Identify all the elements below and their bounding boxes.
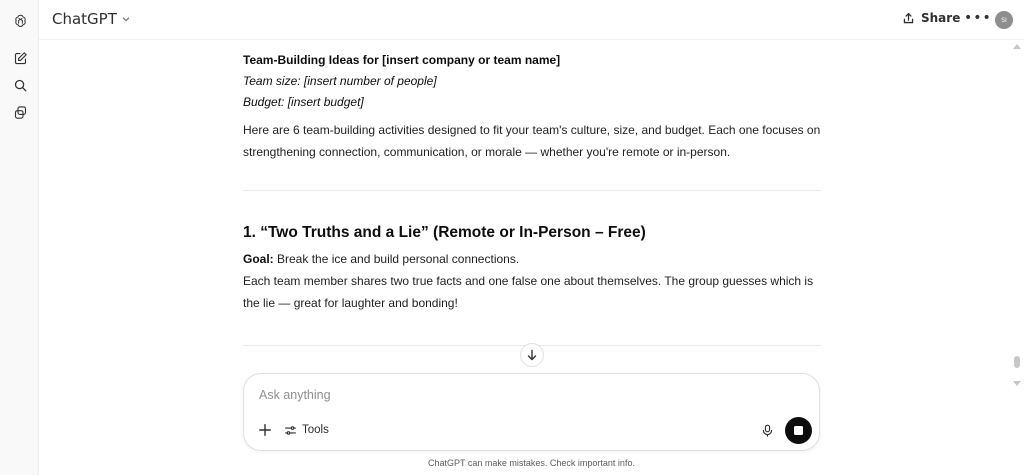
openai-logo-icon[interactable]: [10, 10, 30, 30]
microphone-icon: [762, 424, 772, 437]
intro-line-2: strengthening connection, communication,…: [243, 145, 731, 159]
plus-icon: [259, 424, 271, 436]
tools-icon: [285, 425, 296, 435]
intro-paragraph: Here are 6 team-building activities desi…: [243, 119, 821, 163]
new-chat-icon[interactable]: [10, 48, 30, 68]
scrollbar-thumb[interactable]: [1014, 356, 1020, 368]
more-options-button[interactable]: •••: [964, 11, 992, 25]
stop-icon: [794, 426, 803, 435]
search-icon[interactable]: [10, 75, 30, 95]
assistant-message: Team-Building Ideas for [insert company …: [243, 50, 821, 314]
team-size-line: Team size: [insert number of people]: [243, 74, 437, 88]
goal-label: Goal:: [243, 252, 274, 266]
share-icon: [903, 12, 914, 23]
section-body: Each team member shares two true facts a…: [243, 270, 821, 314]
section-title: 1. “Two Truths and a Lie” (Remote or In-…: [243, 224, 646, 241]
scrollbar-up-arrow[interactable]: [1013, 44, 1021, 49]
library-icon[interactable]: [10, 102, 30, 122]
share-label: Share: [921, 11, 961, 25]
composer: Tools: [243, 373, 820, 451]
stop-generating-button[interactable]: [785, 417, 812, 444]
tools-button[interactable]: Tools: [284, 421, 329, 439]
chevron-down-icon: [122, 17, 130, 22]
top-bar: ChatGPT Share ••• SI: [39, 0, 1024, 40]
message-heading: Team-Building Ideas for [insert company …: [243, 53, 561, 67]
goal-text: Break the ice and build personal connect…: [273, 252, 520, 266]
share-button[interactable]: Share: [902, 11, 960, 25]
sidebar-rail: [0, 0, 39, 475]
section-body-line-2: the lie — great for laughter and bonding…: [243, 296, 458, 310]
voice-input-button[interactable]: [758, 421, 776, 439]
scroll-to-bottom-button[interactable]: [520, 343, 544, 367]
avatar[interactable]: SI: [995, 11, 1013, 29]
tools-label: Tools: [302, 424, 329, 436]
add-attachment-button[interactable]: [256, 421, 274, 439]
scrollbar-down-arrow[interactable]: [1013, 381, 1021, 386]
goal-line: Goal: Break the ice and build personal c…: [243, 249, 821, 270]
divider: [243, 190, 821, 191]
arrow-down-icon: [527, 349, 537, 361]
section-body-line-1: Each team member shares two true facts a…: [243, 274, 814, 288]
prompt-input[interactable]: [259, 388, 739, 402]
footer-disclaimer: ChatGPT can make mistakes. Check importa…: [428, 458, 635, 468]
budget-line: Budget: [insert budget]: [243, 95, 364, 109]
app-title: ChatGPT: [52, 10, 117, 28]
intro-line-1: Here are 6 team-building activities desi…: [243, 123, 821, 137]
model-selector[interactable]: ChatGPT: [52, 10, 131, 28]
